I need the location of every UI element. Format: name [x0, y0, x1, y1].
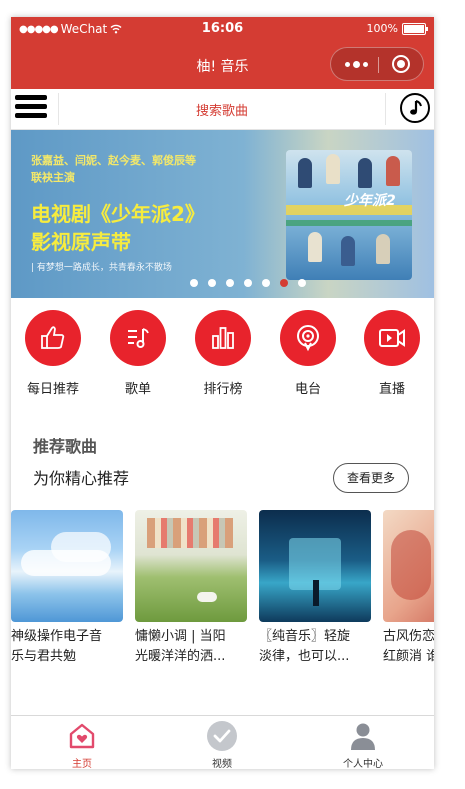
- nav-label: 直播: [378, 382, 405, 397]
- nav-label: 排行榜: [203, 382, 243, 397]
- carousel-dot[interactable]: [261, 279, 270, 287]
- search-row: 搜索歌曲: [11, 89, 434, 130]
- thumbs-up-icon: [25, 310, 81, 366]
- section-title: 推荐歌曲: [33, 437, 98, 456]
- nav-radio[interactable]: 电台: [273, 310, 343, 397]
- navigation-bar: 柚! 音乐: [11, 41, 434, 89]
- tab-label: 个人中心: [343, 759, 383, 769]
- more-menu-icon[interactable]: [345, 61, 368, 68]
- card-caption-line1: 慵懒小调 | 当阳: [135, 629, 226, 644]
- playlist-card[interactable]: 神级操作电子音 乐与君共勉: [11, 510, 123, 667]
- ranking-icon: [195, 310, 251, 366]
- playlist-card[interactable]: 〖纯音乐〗轻旋 淡律，也可以...: [259, 510, 371, 667]
- nav-ranking[interactable]: 排行榜: [188, 310, 258, 397]
- nav-live[interactable]: 直播: [357, 310, 427, 397]
- search-input[interactable]: 搜索歌曲: [59, 100, 385, 119]
- close-miniprogram-icon[interactable]: [392, 55, 410, 73]
- status-bar: ●●●●● WeChat 16:06 100%: [11, 17, 434, 41]
- card-caption-line2: 光暖洋洋的洒...: [135, 649, 226, 664]
- home-icon: [66, 720, 98, 752]
- music-note-icon[interactable]: [400, 93, 430, 123]
- banner-headline-line1: 电视剧《少年派2》: [31, 202, 205, 226]
- check-circle-icon: [206, 720, 238, 752]
- nav-daily-recommend[interactable]: 每日推荐: [18, 310, 88, 397]
- tab-label: 主页: [72, 759, 92, 769]
- card-caption-line1: 〖纯音乐〗轻旋: [259, 629, 351, 644]
- carousel-indicator: [11, 279, 434, 287]
- video-live-icon: [364, 310, 420, 366]
- banner-poster-image: 少年派2: [286, 150, 412, 280]
- playlist-cover-image: [383, 510, 434, 622]
- carousel-dot[interactable]: [243, 279, 252, 287]
- tab-home[interactable]: 主页: [32, 720, 132, 769]
- nav-label: 每日推荐: [26, 382, 79, 397]
- poster-title: 少年派2: [344, 193, 396, 209]
- radio-icon: [280, 310, 336, 366]
- miniprogram-capsule: [330, 47, 424, 81]
- tab-video[interactable]: 视频: [172, 720, 272, 769]
- bottom-tab-bar: 主页 视频 个人中心: [11, 715, 434, 769]
- card-caption-line1: 古风伤恋: [383, 629, 434, 644]
- user-icon: [347, 720, 379, 752]
- battery-percent: 100%: [366, 22, 398, 35]
- banner-headline-line2: 影视原声带: [31, 230, 131, 254]
- tab-profile[interactable]: 个人中心: [313, 720, 413, 769]
- nav-label: 歌单: [124, 382, 151, 397]
- nav-label: 电台: [294, 382, 321, 397]
- card-caption-line2: 乐与君共勉: [11, 649, 77, 664]
- carousel-dot[interactable]: [279, 279, 288, 287]
- icon-navigation: 每日推荐 歌单 排行榜 电台 直播: [11, 298, 434, 400]
- card-caption-line2: 淡律，也可以...: [259, 649, 350, 664]
- banner-cast-line1: 张嘉益、闫妮、赵今麦、郭俊辰等: [31, 154, 196, 167]
- playlist-cover-image: [11, 510, 123, 622]
- carousel-dot[interactable]: [297, 279, 306, 287]
- carousel-dot[interactable]: [225, 279, 234, 287]
- playlist-card[interactable]: 古风伤恋 红颜消 谁: [383, 510, 434, 667]
- view-more-button[interactable]: 查看更多: [333, 463, 409, 493]
- banner-slogan: | 有梦想一路成长，共青春永不散场: [31, 263, 172, 273]
- section-subtitle: 为你精心推荐: [33, 469, 130, 488]
- battery-icon: [402, 22, 428, 35]
- recommend-section: 推荐歌曲 为你精心推荐 查看更多 神级操作电子音 乐与君共勉 慵懒小调 | 当阳…: [11, 400, 434, 720]
- nav-playlist[interactable]: 歌单: [103, 310, 173, 397]
- tab-label: 视频: [212, 759, 232, 769]
- playlist-cover-image: [135, 510, 247, 622]
- playlist-cover-image: [259, 510, 371, 622]
- menu-icon[interactable]: [15, 95, 47, 123]
- card-caption-line2: 红颜消 谁: [383, 649, 434, 664]
- card-caption-line1: 神级操作电子音: [11, 629, 103, 644]
- banner-cast-line2: 联袂主演: [31, 171, 75, 184]
- playlist-icon: [110, 310, 166, 366]
- playlist-card[interactable]: 慵懒小调 | 当阳 光暖洋洋的洒...: [135, 510, 247, 667]
- carousel-dot[interactable]: [207, 279, 216, 287]
- carousel-dot[interactable]: [189, 279, 198, 287]
- phone-screen: ●●●●● WeChat 16:06 100% 柚! 音乐 搜索歌曲 张嘉益、闫…: [11, 17, 434, 769]
- banner-carousel[interactable]: 张嘉益、闫妮、赵今麦、郭俊辰等 联袂主演 电视剧《少年派2》 影视原声带 | 有…: [11, 130, 434, 298]
